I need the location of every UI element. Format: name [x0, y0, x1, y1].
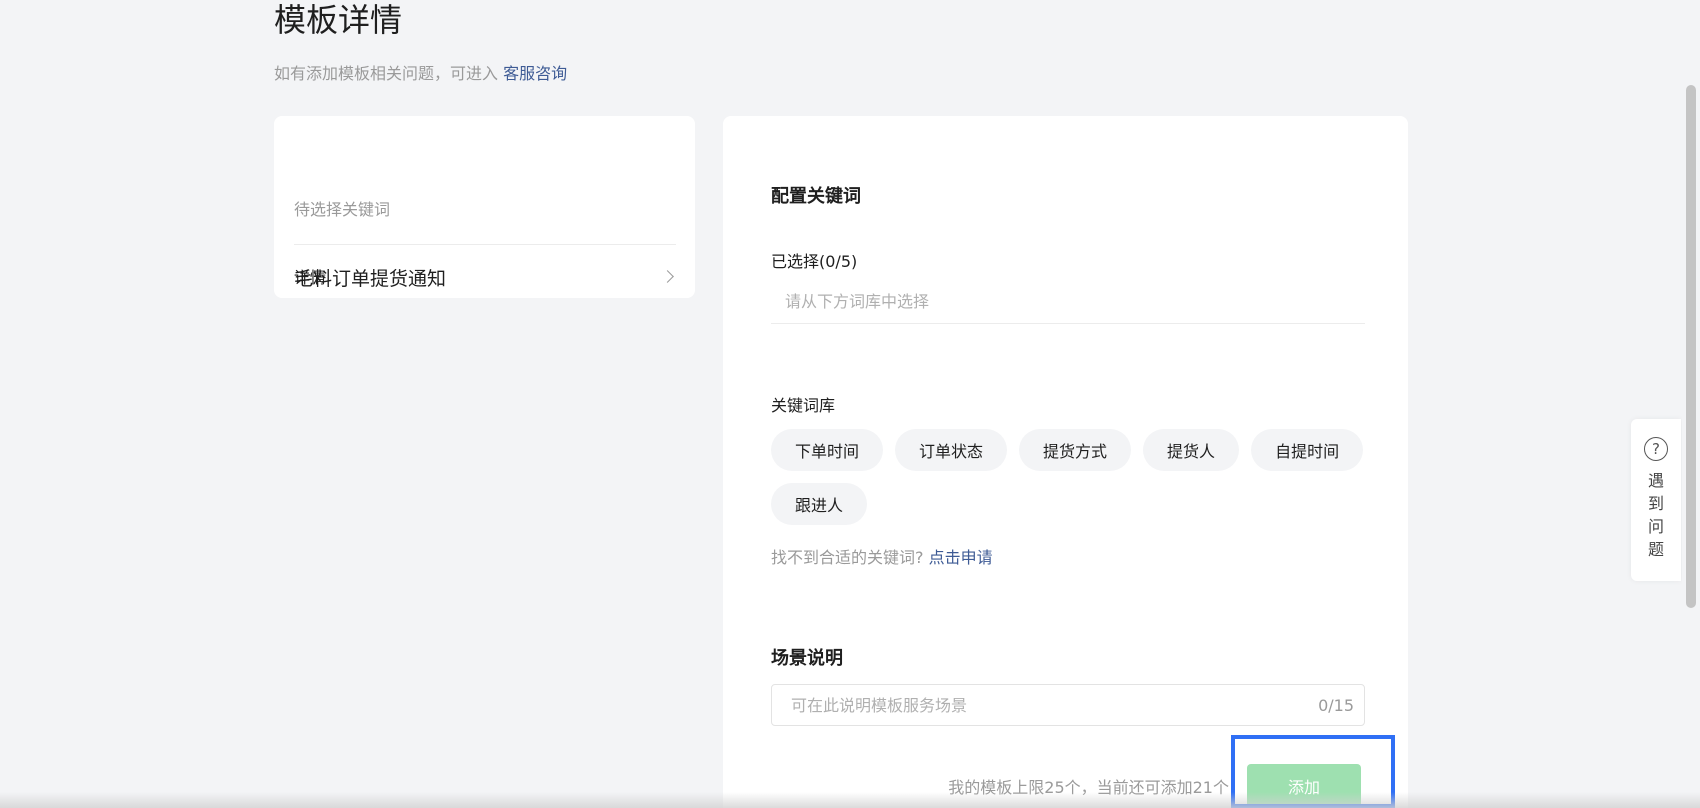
- subtitle-text: 如有添加模板相关问题，可进入: [274, 64, 499, 83]
- keyword-tag[interactable]: 提货方式: [1019, 429, 1132, 471]
- keyword-hint-text: 找不到合适的关键词?: [771, 548, 924, 567]
- page-subtitle: 如有添加模板相关问题，可进入 客服咨询: [274, 64, 567, 84]
- keyword-tag[interactable]: 订单状态: [895, 429, 1008, 471]
- bottom-fade: [0, 792, 1700, 808]
- keyword-tag[interactable]: 下单时间: [771, 429, 884, 471]
- template-detail-row[interactable]: 详情: [294, 256, 676, 296]
- scene-description-field: 0/15: [771, 684, 1365, 726]
- selected-keywords-box: 请从下方词库中选择: [771, 276, 1365, 324]
- keyword-tag[interactable]: 跟进人: [771, 483, 868, 525]
- chevron-right-icon: [661, 269, 674, 283]
- detail-label: 详情: [294, 268, 327, 287]
- help-label: 遇到问题: [1647, 471, 1664, 559]
- config-panel: 配置关键词 已选择(0/5) 请从下方词库中选择 关键词库 下单时间 订单状态 …: [723, 116, 1408, 808]
- card-divider: [294, 244, 676, 245]
- scene-char-counter: 0/15: [1318, 695, 1354, 715]
- template-summary-card: 毛料订单提货通知 待选择关键词 详情: [274, 116, 695, 298]
- config-keywords-title: 配置关键词: [771, 186, 861, 207]
- customer-service-link[interactable]: 客服咨询: [503, 64, 567, 83]
- template-status: 待选择关键词: [294, 200, 391, 219]
- keyword-library-label: 关键词库: [771, 396, 836, 415]
- selected-keywords-placeholder: 请从下方词库中选择: [785, 291, 930, 311]
- scene-description-title: 场景说明: [771, 648, 843, 669]
- page-title: 模板详情: [274, 1, 403, 39]
- question-circle-icon: ?: [1644, 437, 1668, 461]
- scene-description-input[interactable]: [791, 695, 1319, 715]
- selected-keywords-label: 已选择(0/5): [771, 252, 858, 271]
- keyword-tag[interactable]: 自提时间: [1251, 429, 1364, 471]
- apply-keyword-link[interactable]: 点击申请: [929, 548, 993, 567]
- scrollbar-thumb[interactable]: [1686, 85, 1696, 608]
- help-widget[interactable]: ? 遇到问题: [1631, 419, 1681, 581]
- keyword-library: 下单时间 订单状态 提货方式 提货人 自提时间 跟进人: [771, 429, 1365, 525]
- keyword-hint: 找不到合适的关键词? 点击申请: [771, 544, 993, 568]
- page: 模板详情 如有添加模板相关问题，可进入 客服咨询 毛料订单提货通知 待选择关键词…: [0, 0, 1700, 808]
- keyword-tag[interactable]: 提货人: [1143, 429, 1240, 471]
